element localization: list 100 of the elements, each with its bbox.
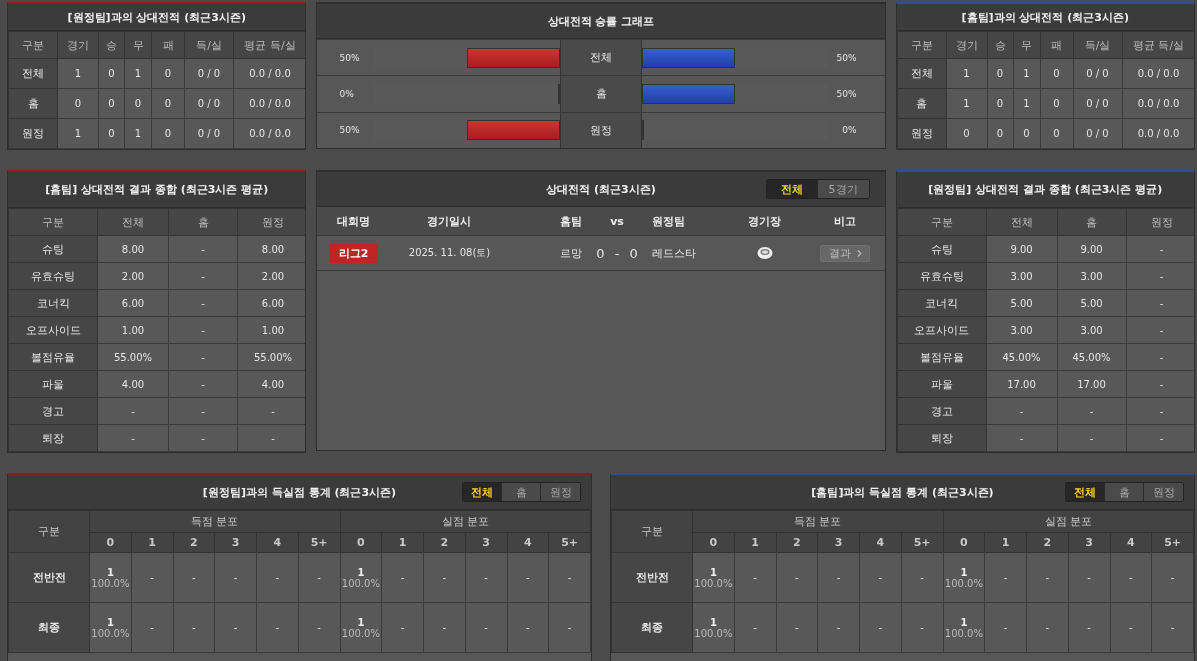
table-cell: -: [984, 552, 1027, 603]
filter-tab[interactable]: 홈: [502, 483, 541, 501]
table-cell: 3.00: [1057, 262, 1126, 290]
table-cell: -: [168, 397, 238, 425]
table-cell: -: [1110, 552, 1152, 603]
table-cell: -: [1126, 316, 1194, 344]
row-header: 슈팅: [8, 235, 98, 263]
row-header: 최종: [8, 602, 90, 653]
table-cell: -: [986, 397, 1057, 425]
filter-tab[interactable]: 원정: [541, 483, 580, 501]
table-cell: 55.00%: [97, 343, 169, 371]
row-header: 원정: [897, 118, 946, 149]
goal-percent: 100.0%: [90, 627, 131, 639]
table-cell: -: [173, 552, 215, 603]
row-header: 전반전: [8, 552, 90, 603]
panel-title: [홈팀] 상대전적 결과 종합 (최근3시즌 평균): [45, 182, 269, 197]
filter-tab[interactable]: 전체: [1066, 483, 1105, 501]
row-header: 퇴장: [8, 424, 98, 452]
row-header: 경고: [897, 397, 986, 425]
table-cell: -: [507, 552, 549, 603]
table-cell: 8.00: [237, 235, 306, 263]
table-cell: -: [237, 397, 306, 425]
table-cell: -: [173, 602, 215, 653]
column-header: 홈: [168, 208, 238, 236]
table-cell: -: [1126, 289, 1194, 317]
table-cell: -: [734, 552, 776, 603]
table-cell: -: [1126, 343, 1194, 371]
table-cell: 17.00: [986, 370, 1057, 398]
table-cell: -: [1126, 235, 1194, 263]
column-header: 경기장: [747, 213, 782, 229]
goal-count: 1: [105, 616, 115, 628]
column-header: 승: [98, 31, 125, 59]
percent-label: 0%: [339, 89, 354, 99]
table-cell: -: [168, 343, 238, 371]
table-cell: 3.00: [1057, 316, 1126, 344]
column-header: 승: [987, 31, 1013, 59]
row-header: 볼점유율: [8, 343, 98, 371]
column-header: 평균 득/실: [233, 31, 306, 59]
filter-tab[interactable]: 전체: [766, 180, 818, 198]
table-cell: -: [986, 424, 1057, 452]
table-cell: -: [168, 235, 238, 263]
table-cell: -: [168, 262, 238, 290]
table-cell: -: [256, 552, 299, 603]
table-cell: 0.0 / 0.0: [233, 118, 306, 149]
table-cell: -: [168, 289, 238, 317]
goal-percent: 100.0%: [943, 577, 984, 589]
row-header: 슈팅: [897, 235, 986, 263]
table-cell: -: [548, 602, 591, 653]
column-header: 실점 분포: [943, 510, 1194, 533]
table-cell: -: [1126, 424, 1194, 452]
column-header: 대회명: [336, 213, 371, 229]
table-cell: -: [465, 602, 507, 653]
table-cell: -: [507, 602, 549, 653]
goal-count: 1: [959, 616, 969, 628]
table-cell: -: [298, 602, 340, 653]
match-score: 0 - 0: [595, 245, 639, 261]
table-cell: -: [1068, 552, 1110, 603]
column-header: 실점 분포: [340, 510, 591, 533]
filter-tab[interactable]: 전체: [463, 483, 502, 501]
row-header: 전체: [897, 58, 946, 89]
percent-label: 50%: [836, 52, 857, 63]
column-header: 전체: [986, 208, 1057, 236]
row-label: 원정: [560, 112, 642, 148]
table-cell: -: [548, 552, 591, 603]
table-cell: -: [1026, 552, 1069, 603]
table-cell: 2.00: [97, 262, 169, 290]
away-team: 레드스타: [652, 245, 697, 261]
column-header: 구분: [611, 510, 693, 553]
table-cell: 0.0 / 0.0: [1122, 88, 1194, 119]
filter-tab[interactable]: 5경기: [817, 180, 869, 198]
table-cell: 45.00%: [986, 343, 1057, 371]
column-header: 원정: [237, 208, 306, 236]
filter-tab[interactable]: 홈: [1105, 483, 1144, 501]
table-cell: 55.00%: [237, 343, 306, 371]
table-cell: -: [381, 552, 424, 603]
table-cell: 3.00: [986, 316, 1057, 344]
table-cell: -: [237, 424, 306, 452]
column-header: 패: [1040, 31, 1073, 59]
table-cell: -: [859, 602, 902, 653]
result-button[interactable]: 결과: [819, 244, 870, 262]
column-header: 비고: [832, 213, 857, 229]
table-cell: -: [901, 552, 943, 603]
goal-count: 1: [356, 616, 366, 628]
table-cell: 4.00: [237, 370, 306, 398]
table-cell: -: [901, 602, 943, 653]
goal-percent: 100.0%: [943, 627, 984, 639]
column-header: 득/실: [1073, 31, 1122, 59]
table-cell: -: [256, 602, 299, 653]
panel-title: 상대전적 승률 그래프: [547, 13, 655, 29]
table-cell: -: [423, 552, 466, 603]
table-cell: 5.00: [1057, 289, 1126, 317]
table-cell: 0.0 / 0.0: [1122, 58, 1194, 89]
goal-count: 1: [356, 566, 366, 578]
percent-label: 50%: [836, 89, 857, 99]
panel-title: [원정팀]과의 득실점 통계 (최근3시즌): [202, 484, 397, 500]
table-cell: 9.00: [1057, 235, 1126, 263]
panel-title: [원정팀] 상대전적 결과 종합 (최근3시즌 평균): [928, 182, 1163, 197]
table-cell: -: [776, 602, 818, 653]
filter-tab[interactable]: 원정: [1144, 483, 1183, 501]
row-header: 파울: [8, 370, 98, 398]
